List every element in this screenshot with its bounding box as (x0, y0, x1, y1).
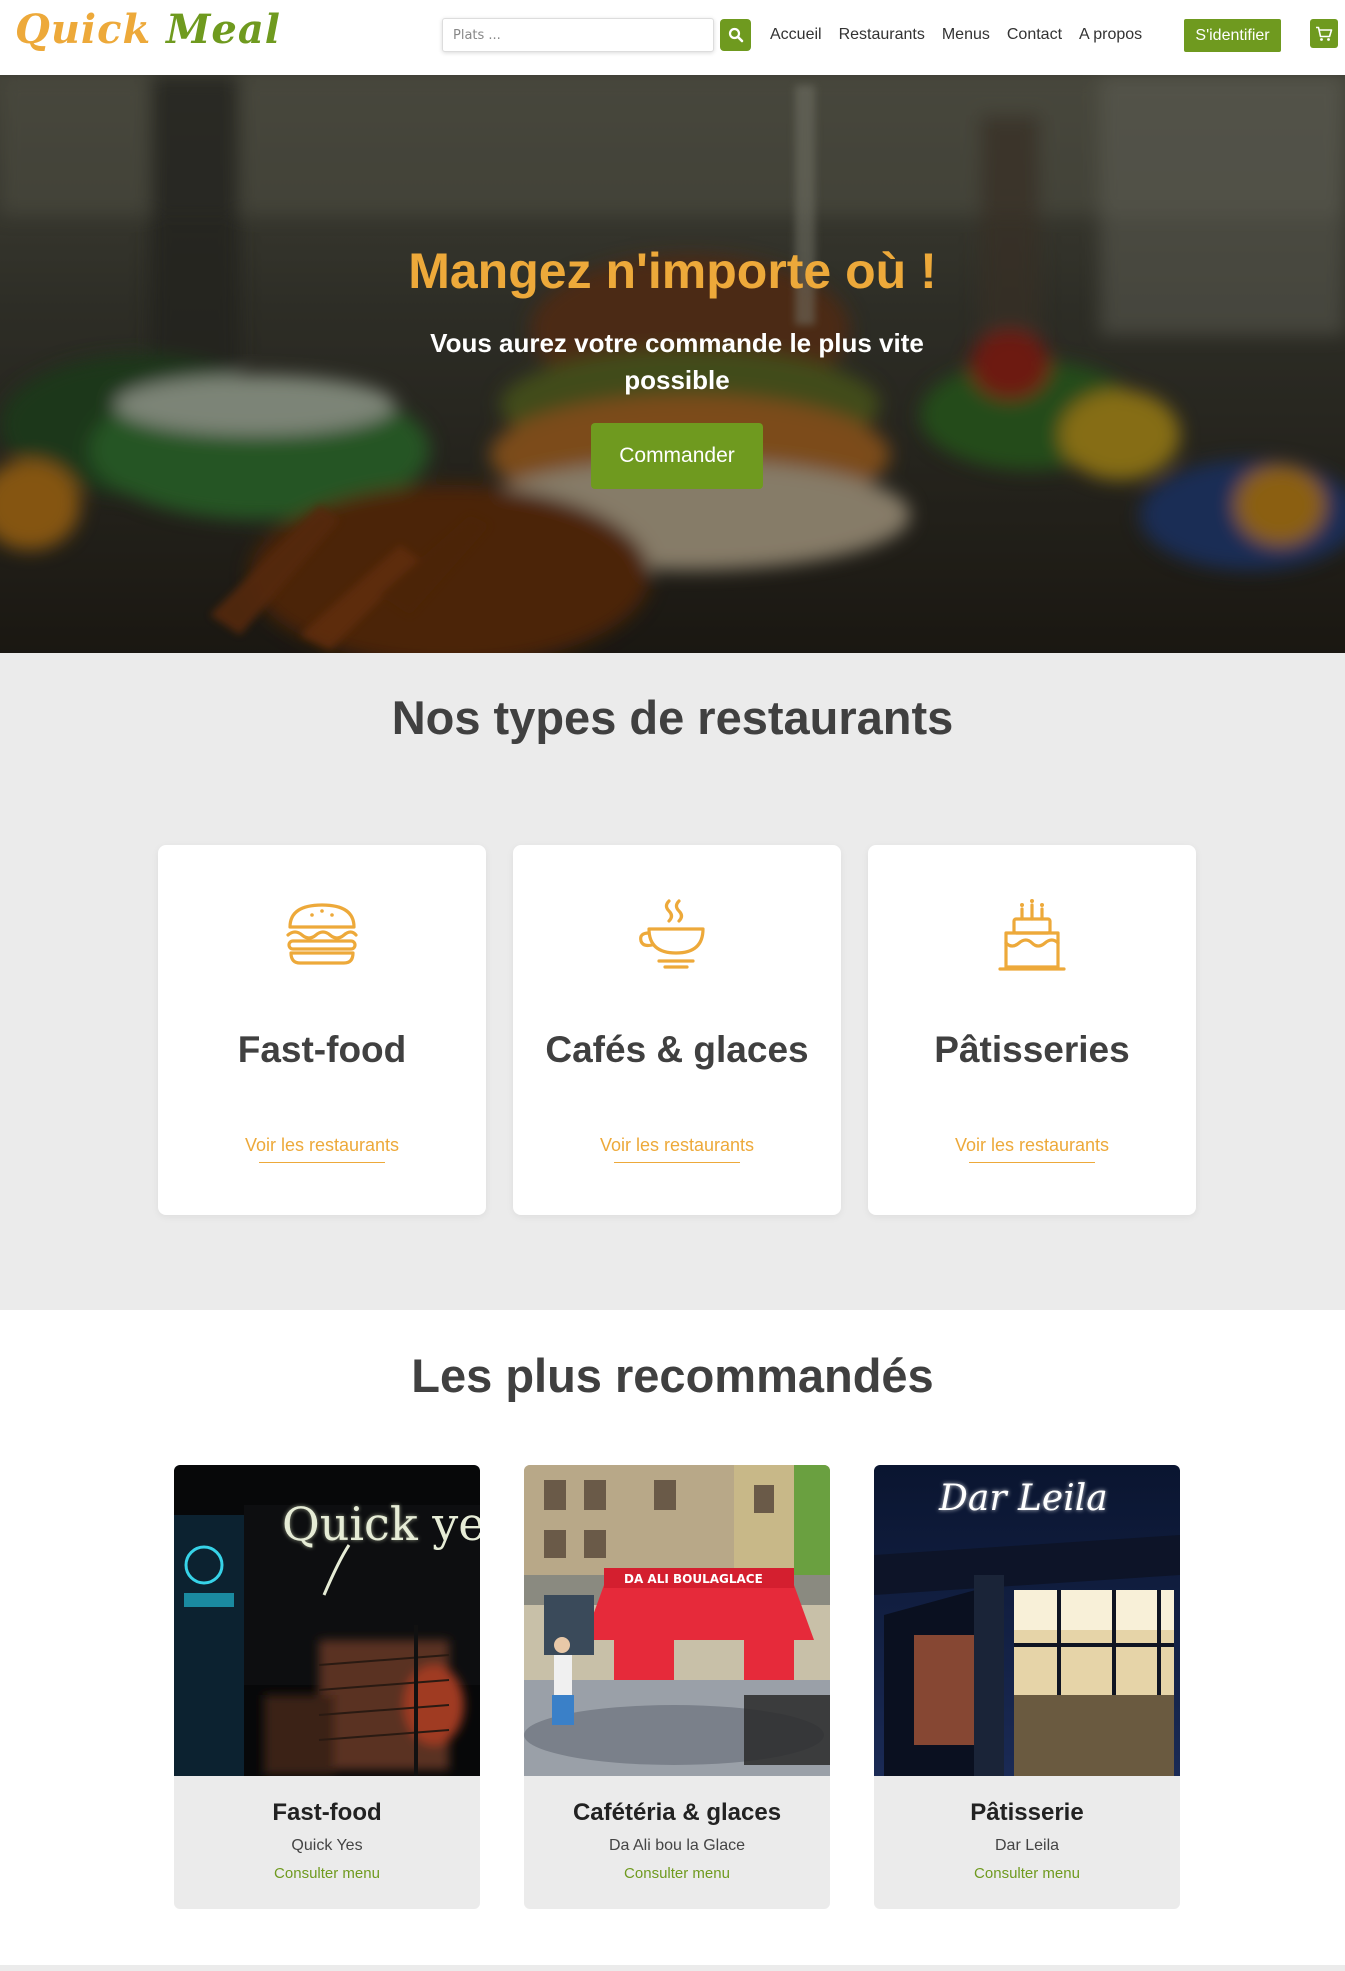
restaurant-name: Quick Yes (291, 1837, 363, 1854)
restaurant-photo: DA ALI BOULAGLACE (524, 1465, 830, 1776)
type-name: Pâtisseries (934, 1029, 1130, 1070)
recommended-card-dar-leila[interactable]: Dar Leila Dar Leila Pâtisserie Dar Leila… (874, 1465, 1180, 1909)
burger-icon (286, 903, 358, 965)
footer-edge (0, 1965, 1345, 1971)
coffee-cup-icon (639, 899, 705, 969)
restaurant-category: Cafétéria & glaces (572, 1799, 782, 1826)
logo-meal: Meal (166, 6, 281, 53)
order-button[interactable]: Commander (591, 423, 763, 489)
see-restaurants-link[interactable]: Voir les restaurants (158, 1135, 486, 1156)
restaurant-photo: Dar Leila Dar Leila (874, 1465, 1180, 1776)
search-icon (728, 27, 743, 43)
restaurant-name: Dar Leila (994, 1837, 1060, 1854)
see-restaurants-link[interactable]: Voir les restaurants (513, 1135, 841, 1156)
link-underline (259, 1162, 385, 1163)
link-underline (614, 1162, 740, 1163)
view-menu-link[interactable]: Consulter menu (874, 1865, 1180, 1882)
type-name: Fast-food (237, 1029, 407, 1070)
nav-link-a-propos[interactable]: A propos (1079, 26, 1142, 44)
hero-banner: Mangez n'importe où ! Vous aurez votre c… (0, 75, 1345, 653)
quick-yes-neon-sign: Quick yes (282, 1497, 480, 1551)
search-button[interactable] (720, 19, 751, 51)
da-ali-sign: DA ALI BOULAGLACE (624, 1572, 763, 1586)
type-name: Cafés & glaces (545, 1029, 809, 1070)
login-button[interactable]: S'identifier (1184, 19, 1281, 52)
recommended-card-quick-yes[interactable]: Quick Quick yes Fast-food Quick Yes Cons… (174, 1465, 480, 1909)
type-card-cafes-glaces: Cafés & glaces Voir les restaurants (513, 845, 841, 1215)
navbar: Quick Meal Accueil Restaurants Menus Con… (0, 0, 1345, 75)
view-menu-link[interactable]: Consulter menu (174, 1865, 480, 1882)
nav-link-restaurants[interactable]: Restaurants (839, 26, 925, 44)
restaurant-category: Pâtisserie (970, 1799, 1084, 1826)
restaurant-name: Da Ali bou la Glace (608, 1837, 746, 1854)
hero-subtitle: Vous aurez votre commande le plus vite p… (430, 328, 924, 395)
cake-icon (998, 899, 1066, 971)
restaurant-category: Fast-food (272, 1799, 382, 1826)
search-input[interactable] (442, 18, 714, 52)
link-underline (969, 1162, 1095, 1163)
see-restaurants-link[interactable]: Voir les restaurants (868, 1135, 1196, 1156)
recommended-section: Les plus recommandés Quick Quick ye Fast… (0, 1310, 1345, 1971)
type-card-patisseries: Pâtisseries Voir les restaurants (868, 845, 1196, 1215)
restaurant-types-section: Nos types de restaurants Fast-food Voir … (0, 653, 1345, 1310)
hero-title: Mangez n'importe où ! (408, 243, 937, 299)
recommended-card-da-ali[interactable]: DA ALI BOULAGLACE Cafétéria & glaces Da … (524, 1465, 830, 1909)
cart-icon (1316, 26, 1333, 41)
nav-link-menus[interactable]: Menus (942, 26, 990, 44)
section-title: Les plus recommandés (411, 1349, 934, 1402)
logo-quick: Quick (15, 6, 152, 53)
type-card-fast-food: Fast-food Voir les restaurants (158, 845, 486, 1215)
nav-link-contact[interactable]: Contact (1007, 26, 1062, 44)
view-menu-link[interactable]: Consulter menu (524, 1865, 830, 1882)
cart-button[interactable] (1310, 19, 1338, 48)
logo[interactable]: Quick Meal (15, 6, 281, 53)
section-title: Nos types de restaurants (391, 691, 954, 744)
restaurant-photo: Quick Quick yes (174, 1465, 480, 1776)
dar-leila-neon-sign: Dar Leila (938, 1478, 1108, 1519)
main-nav: Accueil Restaurants Menus Contact A prop… (770, 0, 1159, 70)
nav-link-accueil[interactable]: Accueil (770, 26, 822, 44)
